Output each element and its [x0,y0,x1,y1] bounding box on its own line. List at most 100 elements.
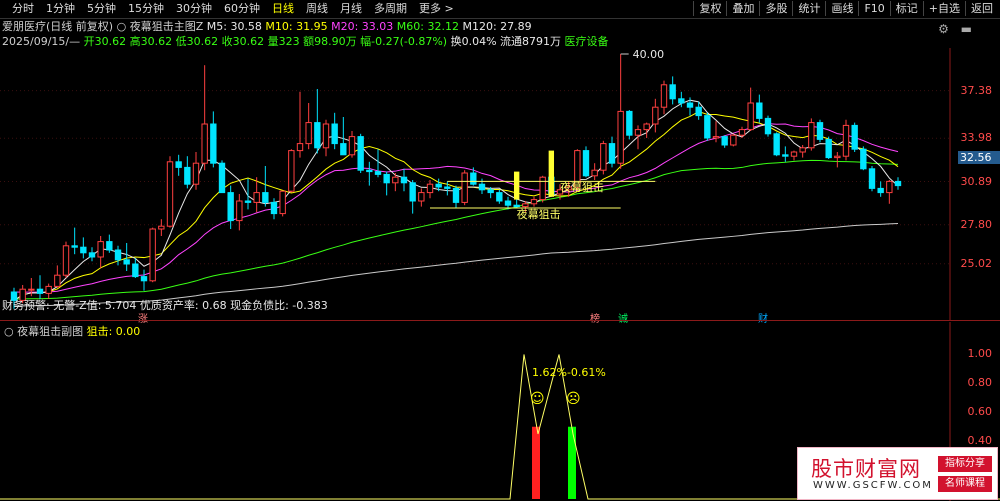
candle-body-76 [669,84,676,100]
settings-icons: ⚙ ▬ [938,22,972,36]
toolbar-button-7[interactable]: +自选 [922,1,965,16]
candle-body-50 [444,186,451,189]
period-tabs: 分时 1分钟 5分钟 15分钟 30分钟 60分钟 日线 周线 月线 多周期 更多 > [6,2,460,16]
tab-6[interactable]: 日线 [266,2,300,16]
candle-body-33 [296,143,304,152]
candle-body-91 [799,147,806,153]
sector-label: 医疗设备 [564,35,609,48]
candle-body-57 [504,200,512,206]
tab-7[interactable]: 周线 [300,2,334,16]
candle-body-88 [773,133,780,156]
quote-value-4: 323 [278,35,300,48]
candle-body-31 [279,190,286,215]
candle-body-25 [227,192,234,222]
quote-value-1: 30.62 [140,35,173,48]
sub-axis-label-3: 0.40 [967,434,993,448]
candle-body-95 [834,155,841,159]
candle-body-80 [704,115,711,139]
minimize-icon[interactable]: ▬ [961,22,972,36]
tab-3[interactable]: 15分钟 [122,2,170,16]
toolbar-button-2[interactable]: 多股 [759,1,792,16]
tab-8[interactable]: 月线 [334,2,368,16]
tab-1[interactable]: 1分钟 [40,2,81,16]
tab-0[interactable]: 分时 [6,2,40,16]
candle-body-27 [244,200,252,203]
candle-body-36 [322,123,330,149]
finance-warning: 财务预警: 无警-Z值: 5.704 优质资产率: 0.68 现金负债比: -0… [2,299,328,312]
main-header: 爱朋医疗(日线 前复权) ○ 夜幕狙击主图Z M5: 30.58 M10: 31… [2,20,532,34]
candle-body-90 [790,151,798,157]
quote-value-2: 30.62 [186,35,219,48]
candle-body-82 [721,136,728,146]
tab-2[interactable]: 5分钟 [81,2,122,16]
candle-body-35 [314,122,321,149]
toolbar-button-3[interactable]: 统计 [792,1,825,16]
candle-body-59 [522,203,529,208]
candle-body-40 [357,136,364,171]
toolbar-button-4[interactable]: 画线 [825,1,858,16]
candle-body-98 [860,148,867,170]
candle-body-8 [80,246,87,254]
candle-body-16 [149,228,156,282]
quote-value-0: 30.62 [94,35,127,48]
candle-body-54 [478,183,486,191]
candle-body-6 [62,245,70,276]
stock-label: 爱朋医疗(日线 前复权) [2,20,114,33]
candle-body-99 [868,168,876,189]
quote-key-5: 额 [299,35,315,48]
candle-body-9 [88,252,96,258]
quote-line: 2025/09/15/— 开30.62 高30.62 低30.62 收30.62… [2,35,609,49]
signal-label-1: 夜幕狙击 [560,180,604,194]
tab-4[interactable]: 30分钟 [170,2,218,16]
candle-body-2 [28,288,35,291]
candle-body-73 [643,123,650,131]
candle-body-41 [366,169,373,173]
candle-body-17 [158,225,165,230]
candlestick-chart[interactable]: 40.00夜幕狙击夜幕狙击 [0,48,1000,320]
candle-body-28 [253,192,260,203]
toolbar-button-1[interactable]: 叠加 [726,1,759,16]
sub-bar-0 [532,426,540,499]
candle-body-71 [626,110,633,136]
last-price-tag: 32.56 [958,151,1000,165]
toolbar-button-6[interactable]: 标记 [889,1,923,16]
candle-body-61 [539,176,546,201]
candle-body-66 [582,150,590,177]
watermark-badge-1: 指标分享 [938,456,992,472]
price-label-3: 27.80 [960,217,993,231]
watermark-title: 股市财富网 [811,457,921,481]
gear-icon[interactable]: ⚙ [938,22,949,36]
candle-body-81 [712,136,720,139]
candle-body-48 [426,183,434,194]
candle-body-72 [634,129,642,136]
tab-5[interactable]: 60分钟 [218,2,266,16]
candle-body-44 [392,176,399,184]
price-label-0: 37.38 [960,83,993,97]
quote-key-6: 幅 [356,35,372,48]
candle-body-26 [236,200,243,222]
candle-body-21 [192,162,200,185]
watermark: 股市财富网 WWW.GSCFW.COM 指标分享 名师课程 [797,447,998,500]
period-toolbar: 分时 1分钟 5分钟 15分钟 30分钟 60分钟 日线 周线 月线 多周期 更多 > 复权 叠加 多股… [0,0,1000,19]
candle-body-69 [608,143,616,164]
candle-body-29 [262,192,269,203]
candle-body-5 [54,274,61,287]
quote-key-3: 收 [218,35,233,48]
collapse-icon[interactable]: ○ [117,20,127,33]
tab-9[interactable]: 多周期 [368,2,413,16]
candle-body-94 [825,138,832,159]
candle-body-86 [756,102,763,119]
pct-labels: 1.62%-0.61% [532,366,606,379]
price-label-1: 33.98 [960,131,993,145]
toolbar-button-8[interactable]: 返回 [965,1,998,16]
candle-body-84 [738,129,746,136]
candle-body-49 [435,183,442,188]
signal-bar-1 [548,150,555,197]
toolbar-button-0[interactable]: 复权 [693,1,726,16]
candle-body-83 [730,134,737,146]
candle-body-92 [808,122,815,149]
candle-body-15 [140,276,148,282]
candle-body-53 [470,172,477,185]
tab-10[interactable]: 更多 > [413,2,460,16]
toolbar-button-5[interactable]: F10 [858,1,889,16]
